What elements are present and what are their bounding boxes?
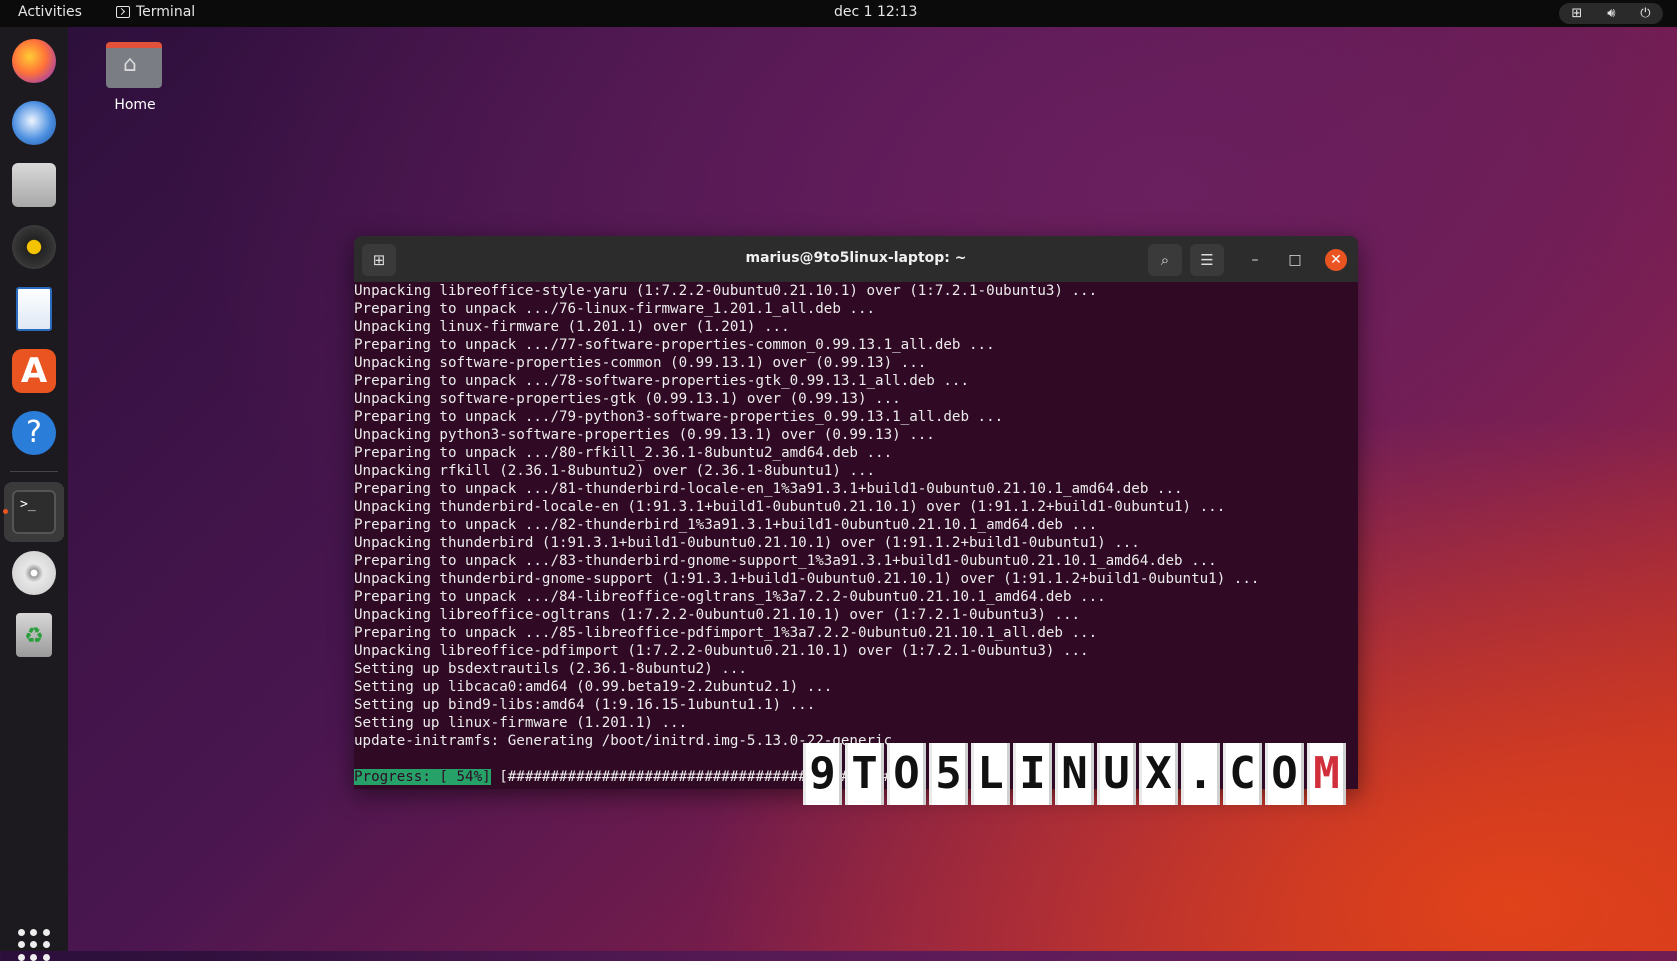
terminal-line: Preparing to unpack .../80-rfkill_2.36.1…: [354, 445, 893, 461]
maximize-icon[interactable]: □: [1283, 248, 1307, 272]
network-icon: ⊞: [1571, 6, 1583, 21]
watermark-logo: 9 T O 5 L I N U X . C O M: [803, 743, 1346, 805]
watermark-letter: 5: [929, 743, 968, 805]
activities-button[interactable]: Activities: [18, 4, 82, 20]
terminal-line: Unpacking thunderbird-locale-en (1:91.3.…: [354, 499, 1226, 515]
terminal-line: Unpacking thunderbird-gnome-support (1:9…: [354, 571, 1260, 587]
app-menu[interactable]: Terminal: [116, 4, 195, 20]
app-menu-label: Terminal: [136, 4, 196, 20]
terminal-line: Unpacking libreoffice-pdfimport (1:7.2.2…: [354, 643, 1089, 659]
dock-terminal-icon[interactable]: >_: [12, 490, 56, 534]
help-icon[interactable]: ?: [12, 411, 56, 455]
terminal-line: Unpacking software-properties-gtk (0.99.…: [354, 391, 901, 407]
house-icon: ⌂: [123, 52, 137, 77]
terminal-line: Unpacking python3-software-properties (0…: [354, 427, 935, 443]
terminal-line: Preparing to unpack .../78-software-prop…: [354, 373, 969, 389]
watermark-letter: O: [1265, 743, 1304, 805]
terminal-line: Preparing to unpack .../79-python3-softw…: [354, 409, 1004, 425]
search-icon[interactable]: ⌕: [1148, 244, 1182, 276]
dock-separator: [10, 471, 58, 472]
watermark-letter: O: [887, 743, 926, 805]
show-apps-icon[interactable]: [18, 929, 50, 961]
disc-icon[interactable]: [12, 551, 56, 595]
system-tray[interactable]: ⊞ 🔊︎ ⏻: [1559, 3, 1663, 24]
terminal-line: Setting up bsdextrautils (2.36.1-8ubuntu…: [354, 661, 747, 677]
watermark-letter: L: [971, 743, 1010, 805]
watermark-letter-accent: M: [1307, 743, 1346, 805]
thunderbird-icon[interactable]: [12, 101, 56, 145]
window-titlebar[interactable]: ⊞ marius@9to5linux-laptop: ~ ⌕ ☰ – □ ✕: [354, 236, 1358, 282]
terminal-line: Setting up bind9-libs:amd64 (1:9.16.15-1…: [354, 697, 816, 713]
terminal-line: Unpacking thunderbird (1:91.3.1+build1-0…: [354, 535, 1140, 551]
terminal-line: Setting up libcaca0:amd64 (0.99.beta19-2…: [354, 679, 833, 695]
ubuntu-software-icon[interactable]: A: [12, 349, 56, 393]
minimize-icon[interactable]: –: [1243, 248, 1267, 272]
home-folder-icon[interactable]: ⌂: [106, 36, 164, 90]
running-indicator: [3, 509, 8, 514]
watermark-letter: I: [1013, 743, 1052, 805]
watermark-letter: .: [1181, 743, 1220, 805]
power-icon: ⏻: [1640, 6, 1651, 21]
rhythmbox-icon[interactable]: [12, 225, 56, 269]
home-folder-label: Home: [114, 97, 156, 113]
watermark-letter: N: [1055, 743, 1094, 805]
menu-icon[interactable]: ☰: [1190, 244, 1224, 276]
files-icon[interactable]: [12, 163, 56, 207]
terminal-line: Preparing to unpack .../84-libreoffice-o…: [354, 589, 1106, 605]
trash-icon[interactable]: ♻: [16, 613, 52, 657]
terminal-output[interactable]: Unpacking libreoffice-style-yaru (1:7.2.…: [354, 282, 1358, 789]
terminal-line: Preparing to unpack .../85-libreoffice-p…: [354, 625, 1098, 641]
terminal-line: Preparing to unpack .../77-software-prop…: [354, 337, 995, 353]
terminal-line: Unpacking rfkill (2.36.1-8ubuntu2) over …: [354, 463, 876, 479]
terminal-line: Preparing to unpack .../82-thunderbird_1…: [354, 517, 1098, 533]
watermark-letter: C: [1223, 743, 1262, 805]
terminal-line: Unpacking libreoffice-style-yaru (1:7.2.…: [354, 283, 1098, 299]
close-icon[interactable]: ✕: [1325, 249, 1347, 271]
terminal-line: Unpacking linux-firmware (1.201.1) over …: [354, 319, 790, 335]
writer-icon[interactable]: [16, 287, 52, 331]
terminal-line: Preparing to unpack .../81-thunderbird-l…: [354, 481, 1183, 497]
progress-label: Progress: [ 54%]: [354, 769, 491, 785]
terminal-icon: [116, 6, 130, 18]
terminal-line: Unpacking software-properties-common (0.…: [354, 355, 927, 371]
watermark-letter: X: [1139, 743, 1178, 805]
top-bar: Activities Terminal dec 1 12:13 ⊞ 🔊︎ ⏻: [0, 0, 1677, 27]
firefox-icon[interactable]: [12, 39, 56, 83]
terminal-line: Preparing to unpack .../76-linux-firmwar…: [354, 301, 876, 317]
watermark-letter: 9: [803, 743, 842, 805]
terminal-window[interactable]: ⊞ marius@9to5linux-laptop: ~ ⌕ ☰ – □ ✕ U…: [354, 236, 1358, 789]
terminal-line: Unpacking libreoffice-ogltrans (1:7.2.2-…: [354, 607, 1081, 623]
watermark-letter: T: [845, 743, 884, 805]
watermark-letter: U: [1097, 743, 1136, 805]
clock[interactable]: dec 1 12:13: [834, 4, 917, 20]
terminal-line: Preparing to unpack .../83-thunderbird-g…: [354, 553, 1217, 569]
terminal-line: Setting up linux-firmware (1.201.1) ...: [354, 715, 688, 731]
volume-icon: 🔊︎: [1607, 6, 1616, 21]
dock: A ? >_ ♻: [0, 27, 68, 961]
